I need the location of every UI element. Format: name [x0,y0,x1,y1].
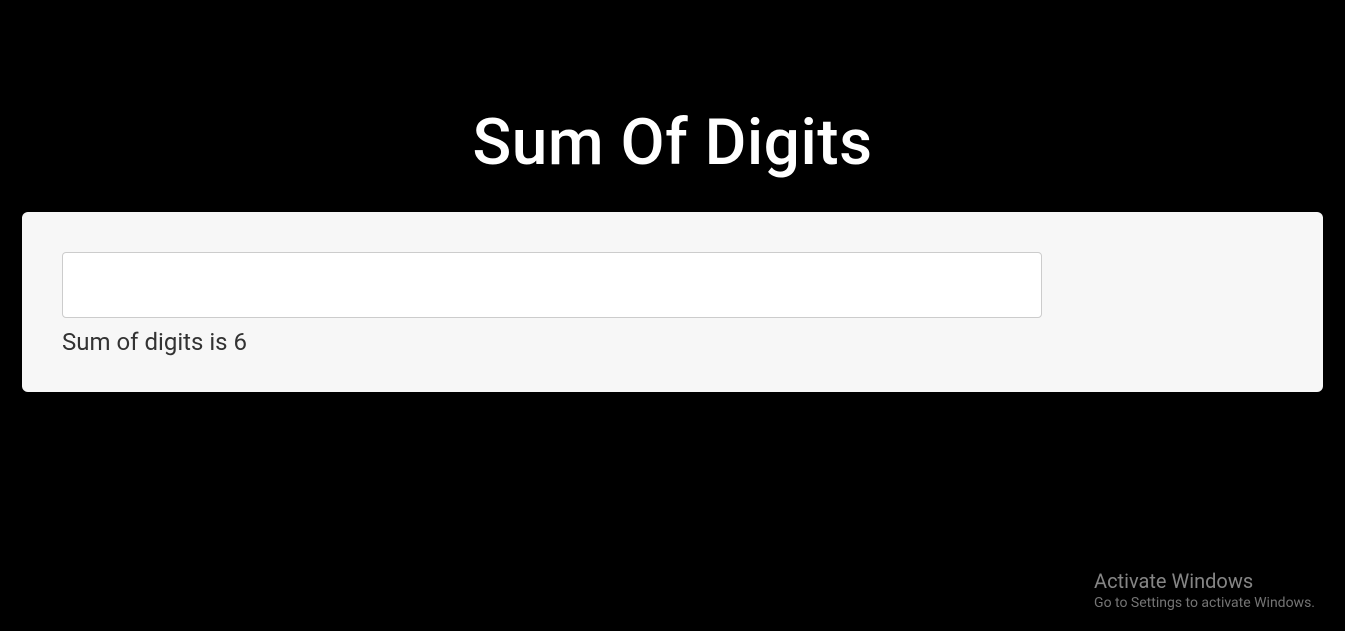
result-text: Sum of digits is 6 [62,328,1283,356]
page-title: Sum Of Digits [0,0,1345,180]
windows-watermark: Activate Windows Go to Settings to activ… [1094,569,1315,611]
watermark-title: Activate Windows [1094,569,1315,593]
watermark-subtitle: Go to Settings to activate Windows. [1094,595,1315,611]
number-input[interactable] [62,252,1042,318]
main-card: Sum of digits is 6 [22,212,1323,392]
